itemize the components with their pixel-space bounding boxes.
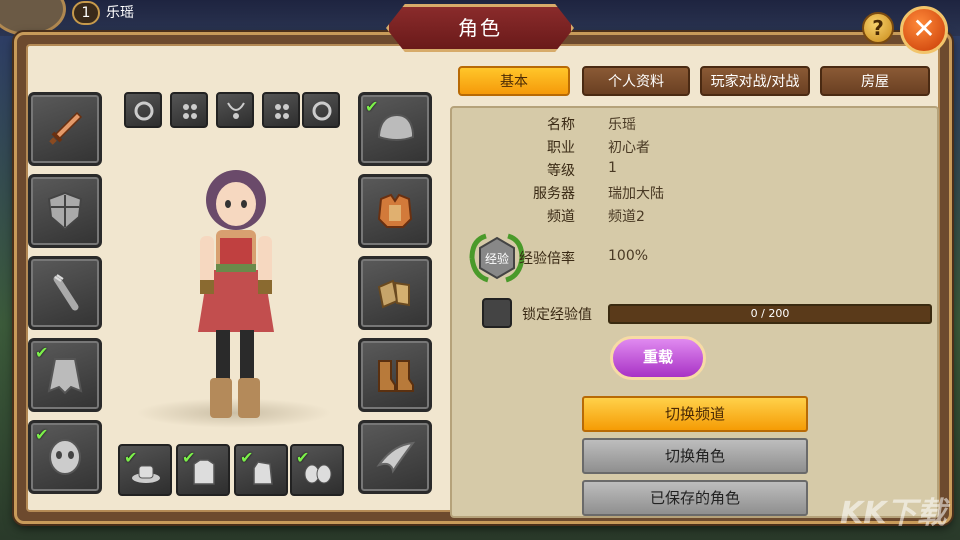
cosmetic-hat-slot[interactable]: ✔ [118, 444, 172, 496]
cape-icon [47, 358, 83, 395]
glove-icon [253, 461, 273, 485]
quiver-slot[interactable] [28, 256, 102, 330]
cosmetic-shoes-slot[interactable]: ✔ [290, 444, 344, 496]
ring-icon [312, 101, 332, 121]
cosmetic-gloves-slot[interactable]: ✔ [234, 444, 288, 496]
shoes-icon [304, 464, 332, 484]
exp-progress-bar: 0 / 200 [608, 304, 932, 324]
character-model[interactable] [170, 160, 300, 422]
quiver-icon [53, 274, 79, 311]
cap-icon [378, 113, 414, 141]
shield-icon [47, 191, 83, 231]
server-value: 瑞加大陆 [608, 186, 664, 202]
gloves-slot[interactable] [358, 256, 432, 330]
gloves-icon [377, 279, 410, 309]
channel-label: 频道 [547, 209, 575, 225]
tab-house[interactable]: 房屋 [820, 66, 930, 96]
reload-button[interactable]: 重载 [610, 336, 706, 380]
server-label: 服务器 [533, 186, 575, 202]
earring-icon [275, 104, 289, 119]
channel-value: 频道2 [608, 209, 645, 225]
cosmetic-shirt-slot[interactable]: ✔ [176, 444, 230, 496]
tab-profile[interactable]: 个人资料 [582, 66, 690, 96]
lock-exp-checkbox[interactable] [482, 298, 512, 328]
shirt-icon [193, 459, 215, 485]
ring-icon [134, 101, 154, 121]
wings-icon [376, 441, 416, 474]
earring-slot-2[interactable] [262, 92, 300, 128]
hat-icon [132, 465, 160, 483]
player-name: 乐瑶 [106, 5, 134, 21]
ring-slot-2[interactable] [302, 92, 340, 128]
face-slot[interactable]: ✔ [28, 420, 102, 494]
armor-icon [377, 193, 413, 228]
cape-slot[interactable]: ✔ [28, 338, 102, 412]
tab-pvp[interactable]: 玩家对战/对战 [700, 66, 810, 96]
saved-characters-button[interactable]: 已保存的角色 [582, 480, 808, 516]
ring-slot-1[interactable] [124, 92, 162, 128]
job-value: 初心者 [608, 140, 650, 156]
window-title: 角色 [458, 16, 502, 40]
shield-slot[interactable] [28, 174, 102, 248]
boots-icon [378, 360, 414, 392]
level-label: 等级 [547, 163, 575, 179]
weapon-slot[interactable] [28, 92, 102, 166]
help-button[interactable]: ? [862, 12, 894, 44]
close-button[interactable]: ✕ [900, 6, 948, 54]
earring-icon [183, 104, 197, 119]
necklace-slot[interactable] [216, 92, 254, 128]
necklace-icon [227, 102, 245, 119]
job-label: 职业 [547, 140, 575, 156]
lock-exp-label: 锁定经验值 [522, 307, 592, 323]
watermark-logo: KK下载 [840, 496, 947, 531]
mask-icon [49, 439, 81, 475]
switch-character-button[interactable]: 切换角色 [582, 438, 808, 474]
sword-icon [49, 111, 83, 145]
tab-basic[interactable]: 基本 [458, 66, 570, 96]
switch-channel-button[interactable]: 切换频道 [582, 396, 808, 432]
character-info-panel: 名称 乐瑶 职业 初心者 等级 1 服务器 瑞加大陆 频道 频道2 经验 经验倍… [450, 106, 939, 518]
player-avatar[interactable] [0, 0, 66, 36]
wings-slot[interactable] [358, 420, 432, 494]
player-level-badge: 1 [72, 1, 100, 25]
exp-rate-value: 100% [608, 248, 649, 264]
exp-progress-text: 0 / 200 [750, 307, 790, 320]
exp-rate-label: 经验倍率 [519, 251, 575, 267]
exp-badge-text: 经验 [485, 251, 509, 266]
name-value: 乐瑶 [608, 117, 636, 133]
name-label: 名称 [547, 117, 575, 133]
boots-slot[interactable] [358, 338, 432, 412]
earring-slot-1[interactable] [170, 92, 208, 128]
level-value: 1 [608, 160, 617, 176]
head-slot[interactable]: ✔ [358, 92, 432, 166]
armor-slot[interactable] [358, 174, 432, 248]
